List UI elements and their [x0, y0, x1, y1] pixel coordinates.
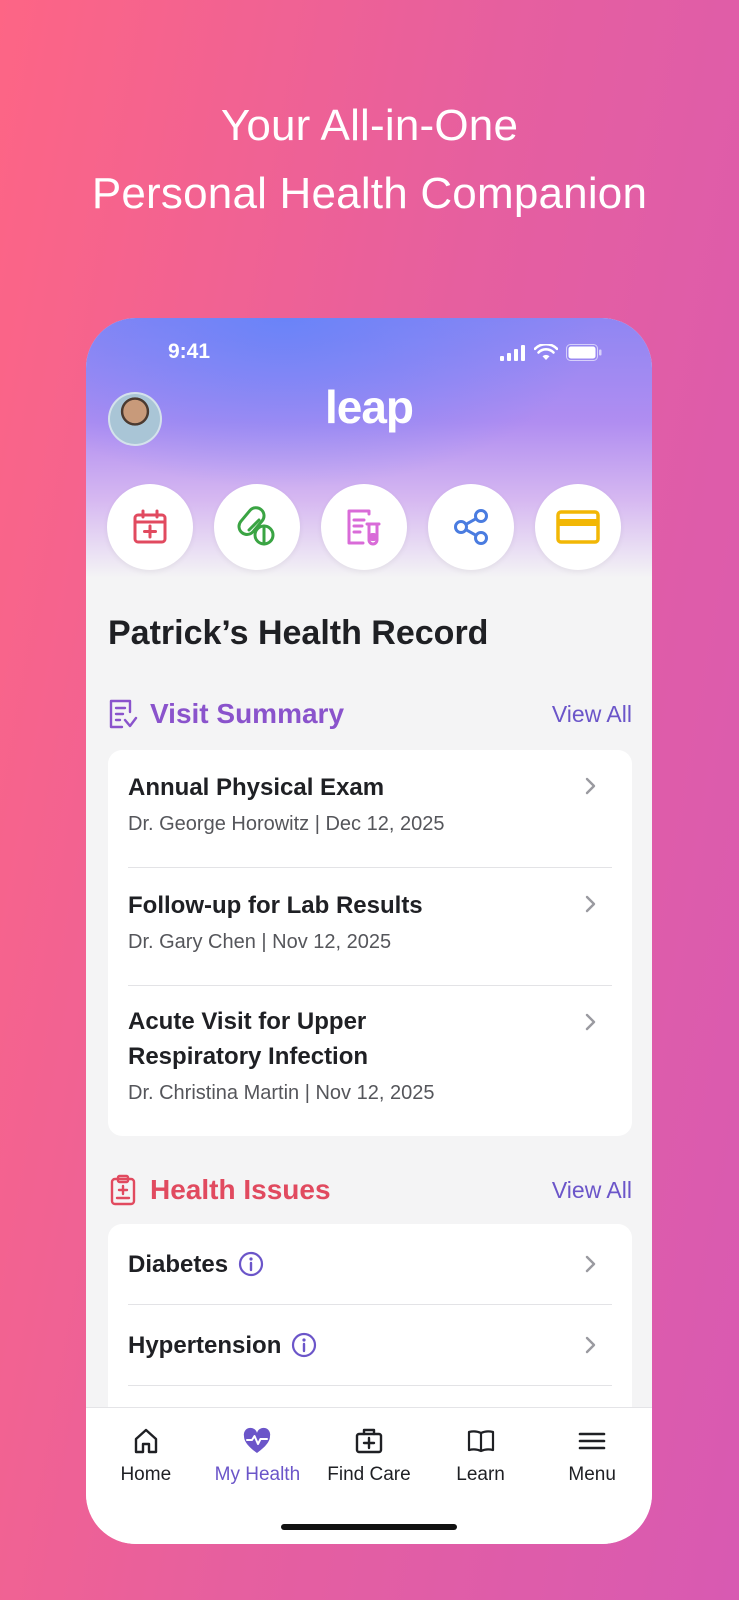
visit-summary-header: Visit Summary View All	[108, 694, 632, 734]
tab-label: Home	[120, 1464, 172, 1485]
visit-subtitle: Dr. Gary Chen | Nov 12, 2025	[128, 931, 392, 953]
menu-icon	[578, 1432, 606, 1450]
tab-menu[interactable]: Menu	[537, 1426, 647, 1486]
headline: Your All-in-One Personal Health Companio…	[0, 92, 739, 228]
visit-summary-card: Annual Physical Exam Dr. George Horowitz…	[108, 750, 632, 1136]
tab-label: Menu	[568, 1464, 616, 1485]
health-issue-title: Diabetes	[128, 1250, 229, 1278]
tab-label: Find Care	[327, 1464, 411, 1485]
chevron-right-icon	[585, 777, 596, 795]
medications-button[interactable]	[214, 484, 300, 570]
visit-item[interactable]: Acute Visit for Upper Respiratory Infect…	[128, 986, 612, 1136]
health-issues-header: Health Issues View All	[108, 1170, 632, 1210]
tab-find-care[interactable]: Find Care	[314, 1426, 424, 1486]
visit-summary-title: Visit Summary	[150, 698, 345, 729]
health-issue-item[interactable]: Hypertension	[128, 1305, 612, 1386]
tab-home[interactable]: Home	[91, 1426, 201, 1486]
battery-icon	[566, 344, 602, 361]
insurance-card-button[interactable]	[535, 484, 621, 570]
page-title: Patrick’s Health Record	[108, 614, 489, 652]
pills-icon	[237, 506, 275, 546]
visit-title: Acute Visit for Upper Respiratory Infect…	[128, 1008, 369, 1070]
tab-my-health[interactable]: My Health	[202, 1426, 312, 1486]
quick-actions	[107, 484, 621, 570]
health-issues-title: Health Issues	[150, 1174, 331, 1205]
lab-report-icon	[347, 509, 381, 546]
visit-report-icon	[109, 699, 138, 729]
status-time: 9:41	[168, 340, 211, 363]
wifi-icon	[534, 344, 558, 360]
tab-label: My Health	[214, 1464, 301, 1485]
health-issues-view-all-link[interactable]: View All	[552, 1177, 632, 1204]
chevron-right-icon	[585, 1255, 596, 1273]
lab-results-button[interactable]	[321, 484, 407, 570]
visit-item[interactable]: Follow-up for Lab Results Dr. Gary Chen …	[128, 868, 612, 986]
health-issue-title: Hypertension	[128, 1331, 282, 1359]
health-issue-item[interactable]: Diabetes	[128, 1224, 612, 1305]
calendar-plus-icon	[133, 509, 167, 544]
phone-screen: 9:41 leap Patrick’s Health Record Visit …	[86, 318, 652, 1544]
headline-line-2: Personal Health Companion	[91, 169, 648, 218]
home-icon	[134, 1428, 157, 1454]
clipboard-medical-icon	[110, 1174, 136, 1206]
visit-subtitle: Dr. Christina Martin | Nov 12, 2025	[128, 1082, 435, 1104]
chevron-right-icon	[585, 895, 596, 913]
visit-summary-view-all-link[interactable]: View All	[552, 701, 632, 728]
tab-label: Learn	[456, 1464, 505, 1485]
medical-bag-icon	[355, 1428, 383, 1454]
share-button[interactable]	[428, 484, 514, 570]
card-icon	[556, 510, 600, 544]
tab-learn[interactable]: Learn	[426, 1426, 536, 1486]
signal-icon	[500, 344, 525, 361]
book-icon	[467, 1430, 494, 1453]
visit-item[interactable]: Annual Physical Exam Dr. George Horowitz…	[128, 750, 612, 868]
info-icon[interactable]	[291, 1332, 317, 1358]
home-indicator	[281, 1524, 457, 1530]
appointments-button[interactable]	[107, 484, 193, 570]
info-icon[interactable]	[238, 1251, 264, 1277]
bottom-tab-bar: Home My Health Find Care Learn Menu	[86, 1407, 652, 1544]
visit-title: Follow-up for Lab Results	[128, 892, 423, 919]
chevron-right-icon	[585, 1013, 596, 1031]
headline-line-1: Your All-in-One	[220, 101, 519, 150]
heart-pulse-icon	[244, 1427, 271, 1453]
chevron-right-icon	[585, 1336, 596, 1354]
status-icons	[500, 344, 602, 361]
visit-title: Annual Physical Exam	[128, 774, 385, 801]
visit-subtitle: Dr. George Horowitz | Dec 12, 2025	[128, 813, 445, 835]
share-icon	[454, 509, 488, 545]
health-issues-card: Diabetes Hypertension	[108, 1224, 632, 1424]
leap-logo: leap	[324, 381, 414, 433]
